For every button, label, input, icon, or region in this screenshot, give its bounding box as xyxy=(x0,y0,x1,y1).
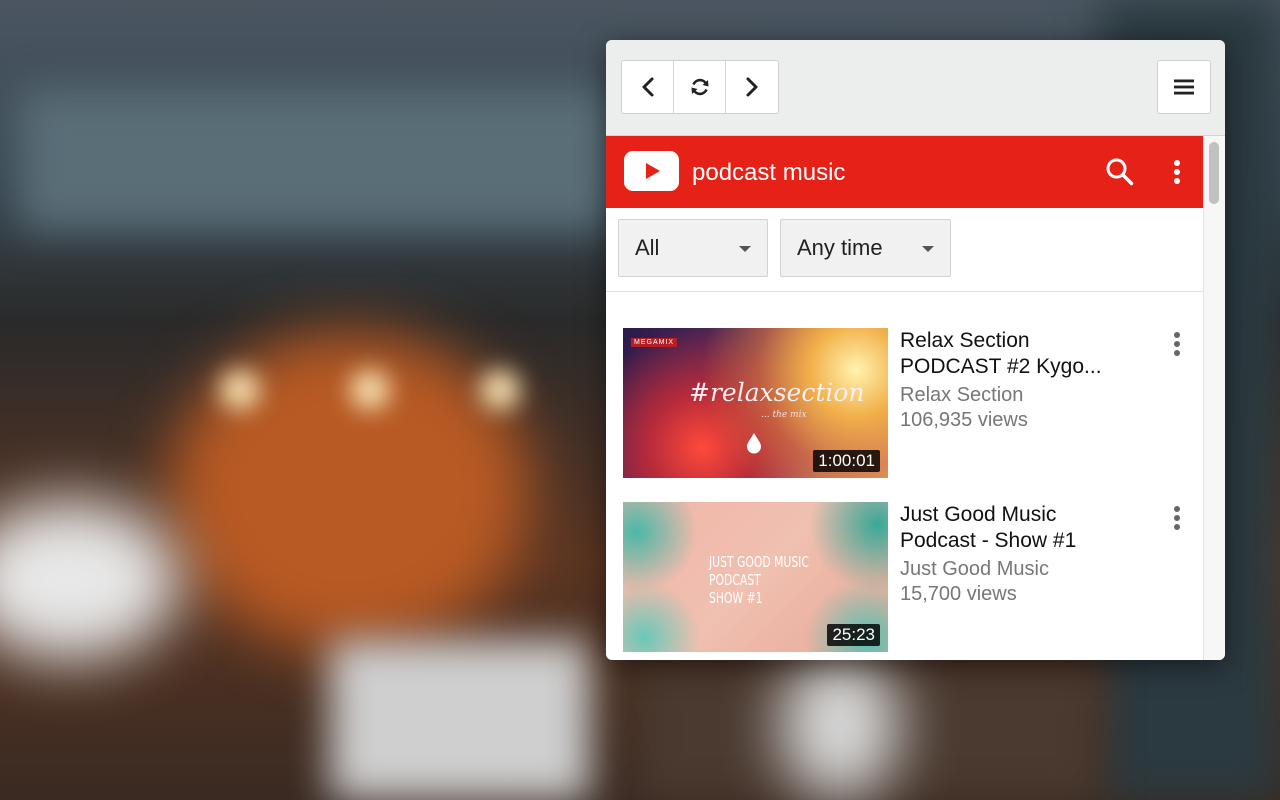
thumbnail-text: #relaxsection xyxy=(689,378,865,407)
youtube-webview: podcast music All Any time MEGAMIX #rela… xyxy=(606,136,1225,660)
search-icon xyxy=(1106,158,1134,186)
video-channel[interactable]: Relax Section xyxy=(900,382,1023,408)
popup-menu-button[interactable] xyxy=(1157,60,1211,114)
time-filter-dropdown[interactable]: Any time xyxy=(780,219,951,277)
forward-button[interactable] xyxy=(726,61,778,113)
youtube-header: podcast music xyxy=(606,136,1203,208)
video-views: 106,935 views xyxy=(900,409,1028,431)
reload-button[interactable] xyxy=(674,61,726,113)
thumbnail-text-line-1: JUST GOOD MUSIC xyxy=(709,553,809,571)
bg-light-2 xyxy=(350,370,390,410)
chevron-left-icon xyxy=(642,77,653,97)
video-more-button[interactable] xyxy=(1167,504,1187,539)
extension-popup: podcast music All Any time MEGAMIX #rela… xyxy=(606,40,1225,660)
thumbnail-badge: MEGAMIX xyxy=(631,338,678,347)
bg-light-3 xyxy=(480,370,520,410)
bg-person-right xyxy=(780,650,900,800)
video-views: 15,700 views xyxy=(900,583,1017,605)
navigation-button-group xyxy=(621,60,779,114)
video-title[interactable]: Relax Section PODCAST #2 Kygo... xyxy=(900,328,1125,380)
thumbnail-text-line-2: PODCAST xyxy=(709,571,761,589)
type-filter-value: All xyxy=(635,235,660,260)
chevron-right-icon xyxy=(746,77,758,97)
video-thumbnail[interactable]: JUST GOOD MUSIC PODCAST SHOW #1 25:23 xyxy=(623,502,888,652)
video-duration: 25:23 xyxy=(827,624,880,646)
header-more-button[interactable] xyxy=(1167,156,1187,193)
popup-toolbar xyxy=(606,40,1225,136)
logo-drop-icon xyxy=(747,433,761,454)
time-filter-value: Any time xyxy=(797,235,883,260)
bg-shop-window xyxy=(330,640,590,800)
video-title-line-1: Just Good Music xyxy=(900,503,1057,526)
youtube-play-icon[interactable] xyxy=(624,151,679,191)
more-vertical-icon xyxy=(1174,506,1180,530)
video-list-item[interactable]: MEGAMIX #relaxsection ... the mix 1:00:0… xyxy=(606,328,1203,488)
scrollbar-thumb[interactable] xyxy=(1209,142,1219,204)
bg-storefront-sign xyxy=(20,90,620,230)
type-filter-dropdown[interactable]: All xyxy=(618,219,768,277)
video-title-line-1: Relax Section xyxy=(900,329,1030,352)
search-filters: All Any time xyxy=(606,208,1203,292)
video-more-button[interactable] xyxy=(1167,330,1187,365)
bg-person-hat xyxy=(0,500,180,660)
bg-light-1 xyxy=(220,370,260,410)
video-title[interactable]: Just Good Music Podcast - Show #1 xyxy=(900,502,1125,554)
search-button[interactable] xyxy=(1104,156,1136,193)
more-vertical-icon xyxy=(1174,332,1180,356)
video-thumbnail[interactable]: MEGAMIX #relaxsection ... the mix 1:00:0… xyxy=(623,328,888,478)
video-channel[interactable]: Just Good Music xyxy=(900,556,1049,582)
video-title-line-2: PODCAST #2 Kygo... xyxy=(900,355,1102,378)
caret-down-icon xyxy=(922,246,934,252)
video-title-line-2: Podcast - Show #1 xyxy=(900,529,1077,552)
back-button[interactable] xyxy=(622,61,674,113)
vertical-scrollbar[interactable] xyxy=(1203,136,1225,660)
refresh-icon xyxy=(691,78,708,96)
more-vertical-icon xyxy=(1174,160,1180,184)
video-list-item[interactable]: JUST GOOD MUSIC PODCAST SHOW #1 25:23 Ju… xyxy=(606,502,1203,660)
thumbnail-subtext: ... the mix xyxy=(761,410,807,420)
thumbnail-text-line-3: SHOW #1 xyxy=(709,589,763,607)
search-query[interactable]: podcast music xyxy=(692,158,845,188)
caret-down-icon xyxy=(739,246,751,252)
hamburger-menu-icon xyxy=(1174,79,1194,95)
video-duration: 1:00:01 xyxy=(813,450,880,472)
